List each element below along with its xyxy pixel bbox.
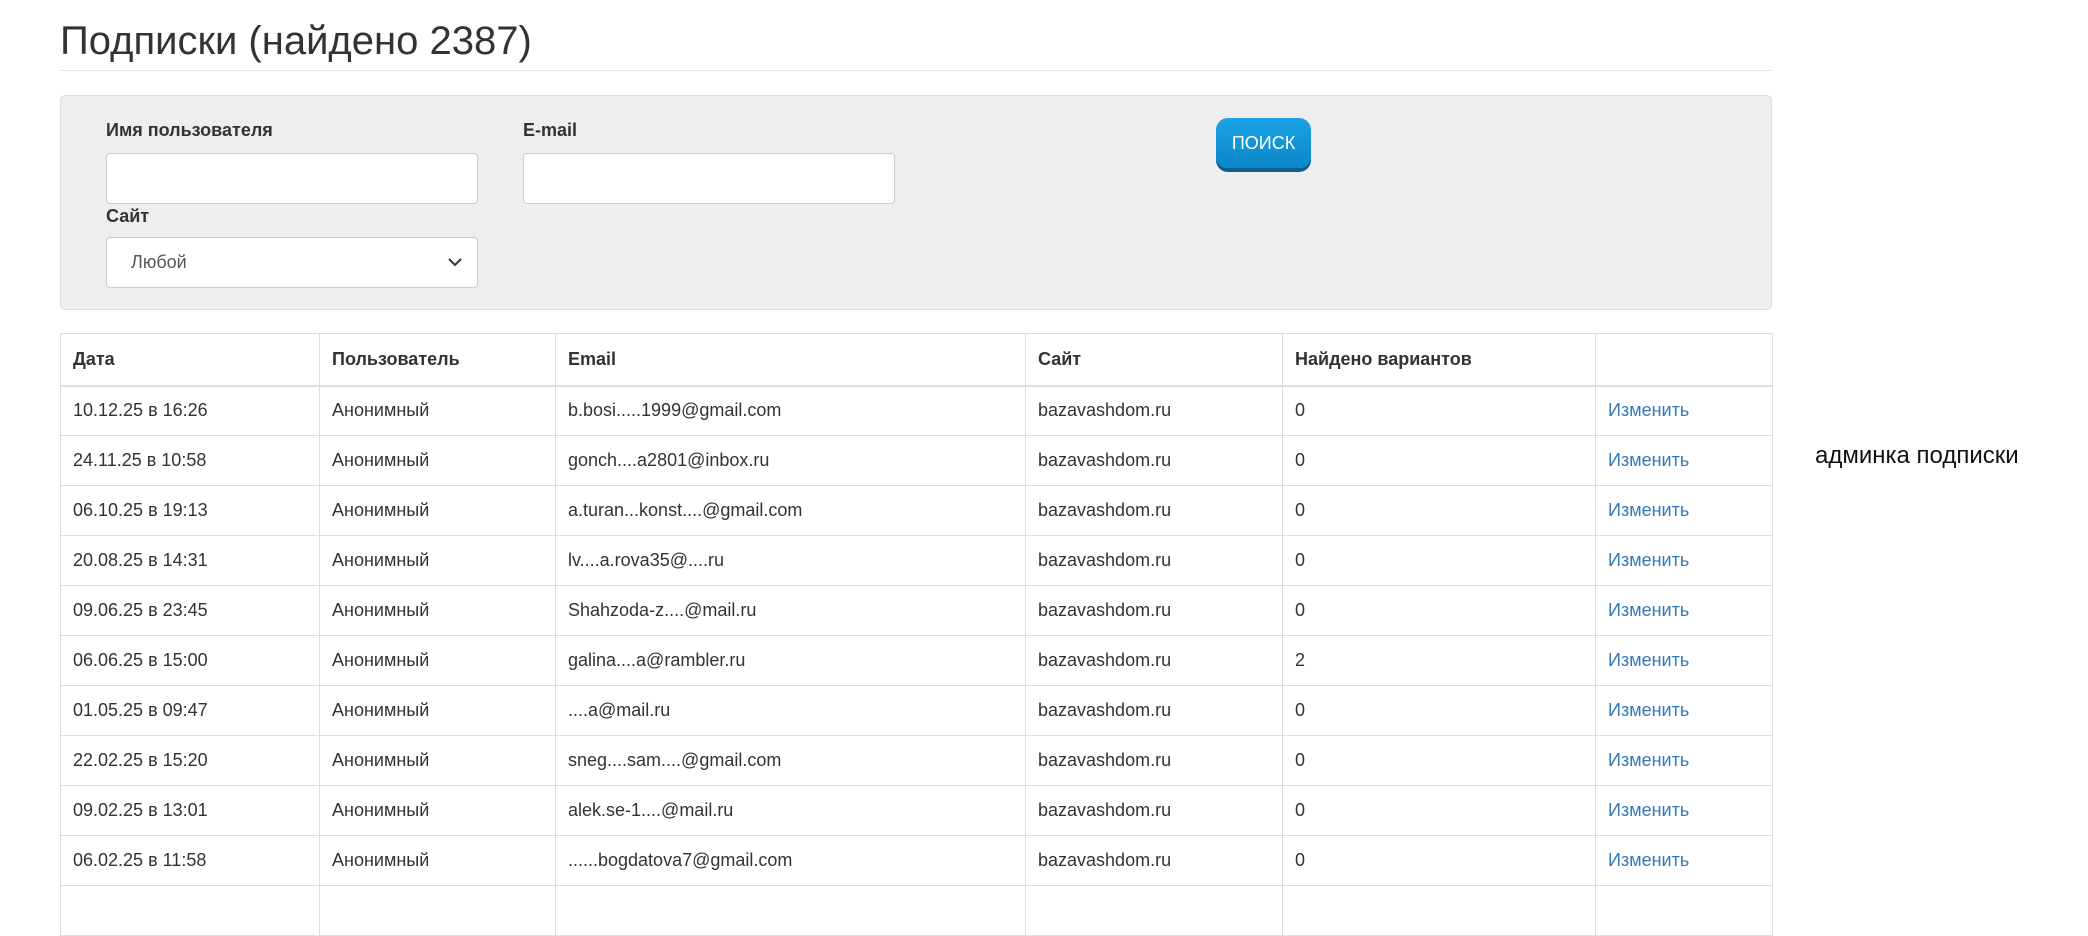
site-cell: bazavashdom.ru	[1025, 635, 1283, 686]
site-cell: bazavashdom.ru	[1025, 585, 1283, 636]
site-cell: bazavashdom.ru	[1025, 785, 1283, 836]
date-cell: 24.11.25 в 10:58	[60, 435, 320, 486]
subscriptions-table: Дата Пользователь Email Сайт Найдено вар…	[60, 333, 1773, 936]
found-count-cell: 0	[1282, 385, 1596, 436]
table-row: 20.08.25 в 14:31 Анонимный lv....a.rova35@…	[60, 535, 1773, 586]
column-header-date[interactable]: Дата	[60, 333, 320, 387]
found-count-cell: 0	[1282, 785, 1596, 836]
found-count-cell: 0	[1282, 835, 1596, 886]
site-select-value: Любой	[131, 252, 187, 272]
user-cell: Анонимный	[319, 835, 556, 886]
email-cell: sneg....sam....@gmail.com	[555, 735, 1026, 786]
table-row: 06.10.25 в 19:13 Анонимный a.turan...konst…	[60, 485, 1773, 536]
search-button[interactable]: ПОИСК	[1216, 118, 1311, 168]
email-cell: b.bosi.....1999@gmail.com	[555, 385, 1026, 436]
site-cell: bazavashdom.ru	[1025, 485, 1283, 536]
email-input[interactable]	[523, 153, 895, 204]
table-row: 09.02.25 в 13:01 Анонимный alek.se-1....@m…	[60, 785, 1773, 836]
email-cell: gonch....a2801@inbox.ru	[555, 435, 1026, 486]
email-cell: lv....a.rova35@....ru	[555, 535, 1026, 586]
column-header-found[interactable]: Найдено вариантов	[1282, 333, 1596, 387]
username-label: Имя пользователя	[106, 120, 273, 140]
user-cell: Анонимный	[319, 735, 556, 786]
edit-link[interactable]: Изменить	[1595, 385, 1773, 436]
user-cell: Анонимный	[319, 685, 556, 736]
table-row: 06.06.25 в 15:00 Анонимный galina....a@ram…	[60, 635, 1773, 686]
table-row: 09.06.25 в 23:45 Анонимный Shahzoda-z....@…	[60, 585, 1773, 636]
column-header-site[interactable]: Сайт	[1025, 333, 1283, 387]
found-count-cell: 0	[1282, 585, 1596, 636]
table-row: 24.11.25 в 10:58 Анонимный gonch....a2801@…	[60, 435, 1773, 486]
chevron-down-icon	[448, 258, 462, 267]
edit-link[interactable]: Изменить	[1595, 585, 1773, 636]
edit-link[interactable]: Изменить	[1595, 735, 1773, 786]
edit-link[interactable]: Изменить	[1595, 835, 1773, 886]
site-cell: bazavashdom.ru	[1025, 535, 1283, 586]
edit-link[interactable]: Изменить	[1595, 485, 1773, 536]
found-count-cell: 2	[1282, 635, 1596, 686]
table-row: 01.05.25 в 09:47 Анонимный ....a@mail.ru ba…	[60, 685, 1773, 736]
date-cell: 20.08.25 в 14:31	[60, 535, 320, 586]
edit-link[interactable]: Изменить	[1595, 785, 1773, 836]
user-cell: Анонимный	[319, 435, 556, 486]
user-cell: Анонимный	[319, 535, 556, 586]
found-count-cell: 0	[1282, 685, 1596, 736]
user-cell: Анонимный	[319, 785, 556, 836]
user-cell: Анонимный	[319, 585, 556, 636]
date-cell: 06.02.25 в 11:58	[60, 835, 320, 886]
column-header-actions	[1595, 333, 1773, 387]
edit-link[interactable]: Изменить	[1595, 435, 1773, 486]
table-row: 10.12.25 в 16:26 Анонимный b.bosi.....1999…	[60, 385, 1773, 436]
edit-link[interactable]: Изменить	[1595, 685, 1773, 736]
date-cell: 06.06.25 в 15:00	[60, 635, 320, 686]
site-cell: bazavashdom.ru	[1025, 685, 1283, 736]
username-input[interactable]	[106, 153, 478, 204]
edit-link[interactable]: Изменить	[1595, 635, 1773, 686]
site-cell: bazavashdom.ru	[1025, 385, 1283, 436]
table-row: 22.02.25 в 15:20 Анонимный sneg....sam....…	[60, 735, 1773, 786]
page-title: Подписки (найдено 2387)	[60, 19, 532, 63]
table-body: 10.12.25 в 16:26 Анонимный b.bosi.....1999…	[60, 385, 1773, 936]
date-cell: 09.02.25 в 13:01	[60, 785, 320, 836]
email-label: E-mail	[523, 120, 578, 140]
user-cell: Анонимный	[319, 485, 556, 536]
found-count-cell: 0	[1282, 735, 1596, 786]
date-cell: 10.12.25 в 16:26	[60, 385, 320, 436]
search-panel: Имя пользователя E-mail Сайт Любой ПОИСК	[60, 95, 1772, 310]
edit-link[interactable]: Изменить	[1595, 535, 1773, 586]
email-cell: ....a@mail.ru	[555, 685, 1026, 736]
column-header-user[interactable]: Пользователь	[319, 333, 556, 387]
site-label: Сайт	[106, 206, 150, 226]
user-cell: Анонимный	[319, 385, 556, 436]
date-cell: 22.02.25 в 15:20	[60, 735, 320, 786]
annotation-label: админка подписки	[1815, 442, 2019, 469]
date-cell: 09.06.25 в 23:45	[60, 585, 320, 636]
column-header-email[interactable]: Email	[555, 333, 1026, 387]
site-select[interactable]: Любой	[106, 237, 478, 288]
email-cell: ......bogdatova7@gmail.com	[555, 835, 1026, 886]
found-count-cell: 0	[1282, 535, 1596, 586]
found-count-cell: 0	[1282, 485, 1596, 536]
email-cell: a.turan...konst....@gmail.com	[555, 485, 1026, 536]
email-cell: alek.se-1....@mail.ru	[555, 785, 1026, 836]
table-row: 06.02.25 в 11:58 Анонимный ......bogdatova…	[60, 835, 1773, 886]
site-cell: bazavashdom.ru	[1025, 835, 1283, 886]
date-cell: 06.10.25 в 19:13	[60, 485, 320, 536]
email-cell: galina....a@rambler.ru	[555, 635, 1026, 686]
user-cell: Анонимный	[319, 635, 556, 686]
date-cell: 01.05.25 в 09:47	[60, 685, 320, 736]
site-cell: bazavashdom.ru	[1025, 435, 1283, 486]
found-count-cell: 0	[1282, 435, 1596, 486]
table-header-row: Дата Пользователь Email Сайт Найдено вар…	[60, 333, 1773, 387]
title-divider	[60, 70, 1772, 71]
site-cell: bazavashdom.ru	[1025, 735, 1283, 786]
email-cell: Shahzoda-z....@mail.ru	[555, 585, 1026, 636]
